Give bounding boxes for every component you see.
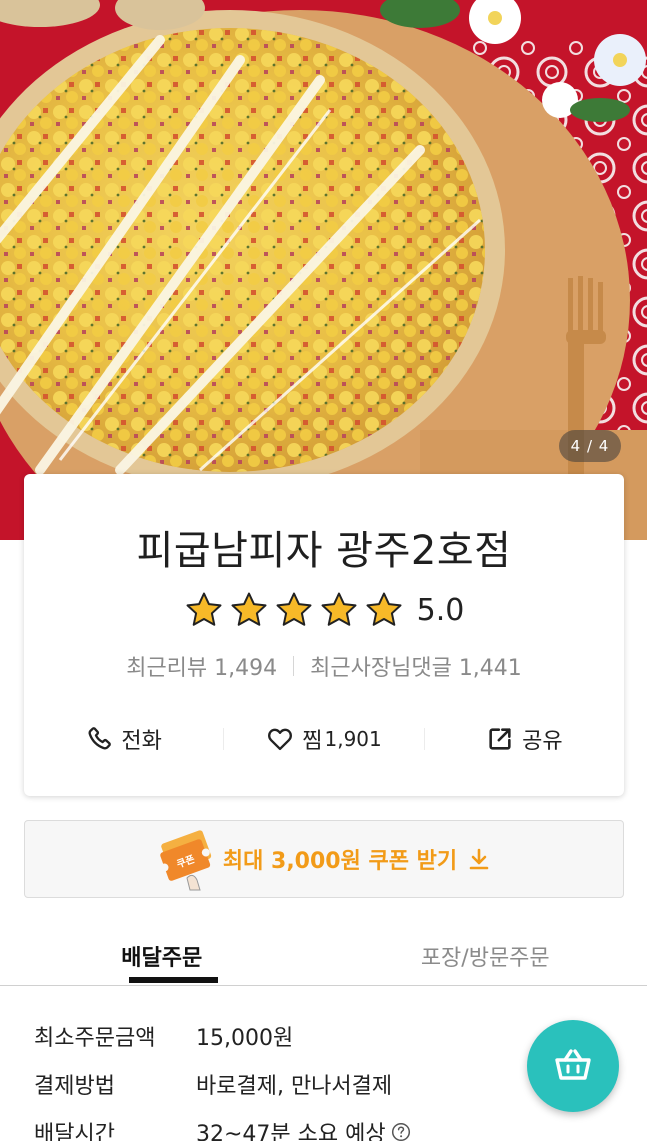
active-tab-indicator — [129, 977, 218, 983]
info-value: 32~47분 소요 예상 — [196, 1122, 386, 1141]
recent-owner-comments-count[interactable]: 최근사장님댓글 1,441 — [310, 650, 522, 682]
star-rating — [184, 590, 404, 630]
favorite-label: 찜 — [302, 729, 323, 754]
star-icon — [366, 592, 402, 626]
store-info-card: 피굽남피자 광주2호점 5.0 최근리뷰 1,494 최근사장님댓글 1,441… — [24, 474, 624, 796]
heart-icon — [268, 728, 293, 751]
coupon-text: 최대 3,000원 쿠폰 받기 — [222, 849, 458, 874]
review-stats: 최근리뷰 1,494 최근사장님댓글 1,441 — [24, 650, 624, 682]
info-row-payment: 결제방법 바로결제, 만나서결제 — [34, 1060, 504, 1108]
download-icon — [469, 848, 489, 870]
store-actions: 전화 찜 1,901 공유 — [24, 716, 624, 762]
info-label: 결제방법 — [34, 1074, 115, 1099]
rating-row: 5.0 — [24, 590, 624, 630]
call-label: 전화 — [121, 729, 162, 754]
info-value: 15,000원 — [196, 1026, 294, 1051]
info-row-delivery-time: 배달시간 32~47분 소요 예상 — [34, 1108, 504, 1141]
share-button[interactable]: 공유 — [425, 716, 624, 762]
help-icon[interactable] — [391, 1122, 411, 1141]
favorite-count: 1,901 — [324, 727, 382, 751]
image-page-indicator: 4 / 4 — [559, 430, 621, 462]
stats-divider — [293, 656, 295, 676]
star-icon — [186, 592, 222, 626]
recent-reviews-count[interactable]: 최근리뷰 1,494 — [126, 650, 277, 682]
share-label: 공유 — [522, 729, 563, 754]
tab-label: 배달주문 — [121, 946, 203, 971]
tab-pickup-order[interactable]: 포장/방문주문 — [324, 918, 647, 985]
star-icon — [321, 592, 357, 626]
star-icon — [276, 592, 312, 626]
coupon-banner[interactable]: 쿠폰 최대 3,000원 쿠폰 받기 — [24, 820, 624, 898]
star-icon — [231, 592, 267, 626]
info-row-min-order: 최소주문금액 15,000원 — [34, 1012, 504, 1060]
info-label: 최소주문금액 — [34, 1026, 156, 1051]
share-icon — [489, 728, 511, 750]
tab-label: 포장/방문주문 — [420, 946, 550, 971]
store-name: 피굽남피자 광주2호점 — [136, 528, 512, 574]
hero-image[interactable]: 4 / 4 — [0, 0, 647, 540]
rating-value: 5.0 — [416, 592, 465, 628]
phone-icon — [88, 727, 112, 750]
cart-basket-icon — [555, 1049, 591, 1080]
favorite-button[interactable]: 찜 1,901 — [224, 716, 423, 762]
info-value: 바로결제, 만나서결제 — [196, 1074, 393, 1099]
order-type-tabs: 배달주문 포장/방문주문 — [0, 918, 647, 986]
info-label: 배달시간 — [34, 1122, 115, 1141]
cart-button[interactable] — [527, 1020, 619, 1112]
call-button[interactable]: 전화 — [24, 716, 223, 762]
tab-delivery-order[interactable]: 배달주문 — [0, 918, 324, 985]
pizza-photo — [0, 0, 647, 540]
delivery-info-list: 최소주문금액 15,000원 결제방법 바로결제, 만나서결제 배달시간 32~… — [34, 1012, 504, 1141]
coupon-ticket-icon: 쿠폰 — [160, 830, 212, 891]
info-value-wrap: 32~47분 소요 예상 — [196, 1116, 411, 1141]
